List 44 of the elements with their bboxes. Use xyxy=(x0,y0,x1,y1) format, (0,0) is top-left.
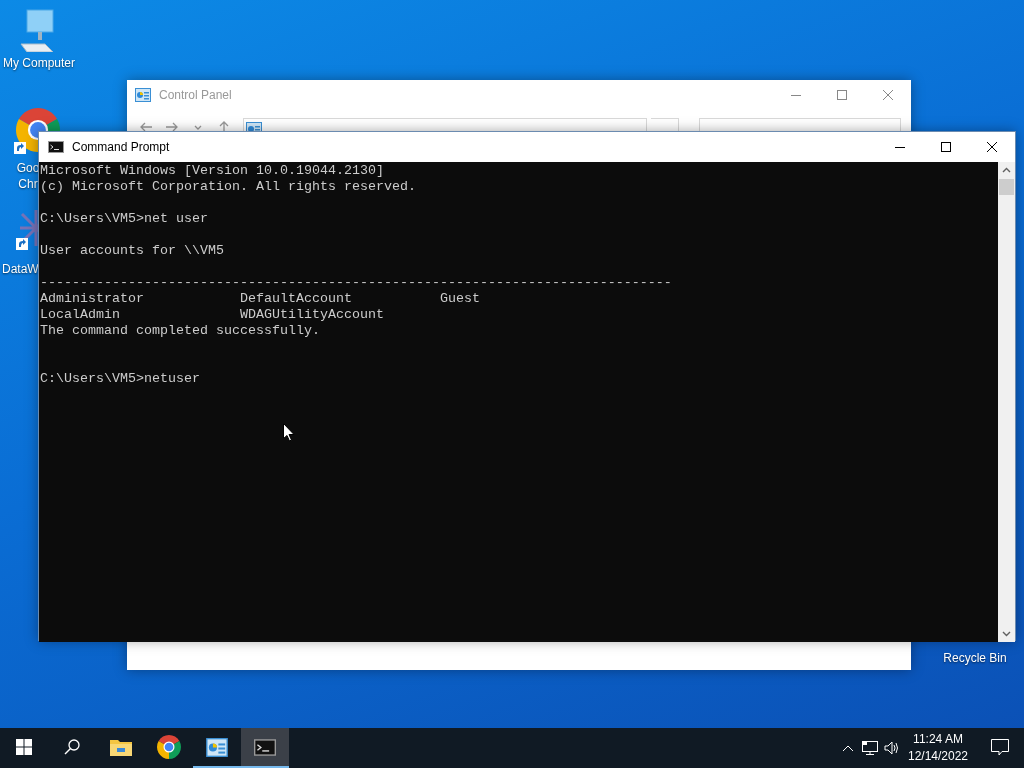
windows-logo-icon xyxy=(16,739,32,755)
terminal-icon xyxy=(254,738,276,756)
maximize-icon xyxy=(941,142,951,152)
console-line: The command completed successfully. xyxy=(40,323,320,339)
scrollbar[interactable] xyxy=(998,162,1015,642)
console-line: ------------------------------------------------------------------------------- xyxy=(40,275,672,291)
app-icon[interactable] xyxy=(18,208,38,248)
scroll-thumb[interactable] xyxy=(999,179,1014,195)
desktop-icon-label[interactable]: Recycle Bin xyxy=(938,650,1012,666)
control-panel-icon xyxy=(206,737,228,757)
console-line: C:\Users\VM5>netuser xyxy=(40,371,200,387)
desktop-icon-label[interactable]: Goo Chr xyxy=(16,160,40,192)
console-line: Administrator DefaultAccount Guest xyxy=(40,291,480,307)
desktop-icon-label[interactable]: DataW xyxy=(2,261,42,277)
clock-date[interactable]: 12/14/2022 xyxy=(906,748,970,765)
shortcut-arrow-icon xyxy=(16,238,28,250)
desktop-icon-label[interactable]: My Computer xyxy=(0,55,78,71)
close-icon xyxy=(883,90,893,100)
folder-icon xyxy=(110,738,132,756)
console-line: Microsoft Windows [Version 10.0.19044.2130] xyxy=(40,163,384,179)
terminal-icon xyxy=(48,141,64,153)
minimize-icon xyxy=(791,94,801,96)
console-line: LocalAdmin WDAGUtilityAccount xyxy=(40,307,384,323)
scroll-down-icon[interactable] xyxy=(1002,631,1011,637)
clock-time[interactable]: 11:24 AM xyxy=(906,731,970,748)
window-title: Control Panel xyxy=(158,87,233,104)
window-title: Command Prompt xyxy=(71,139,171,156)
volume-icon[interactable] xyxy=(884,741,900,755)
chrome-icon xyxy=(157,735,181,759)
control-panel-icon xyxy=(135,88,151,102)
search-icon xyxy=(64,739,80,755)
mouse-cursor-icon xyxy=(283,423,295,442)
maximize-icon xyxy=(837,90,847,100)
console-line: C:\Users\VM5>net user xyxy=(40,211,208,227)
shortcut-arrow-icon xyxy=(14,142,26,154)
minimize-icon xyxy=(895,146,905,148)
console-line: (c) Microsoft Corporation. All rights reserved. xyxy=(40,179,416,195)
scroll-up-icon[interactable] xyxy=(1002,167,1011,173)
console-line: User accounts for \\VM5 xyxy=(40,243,224,259)
close-icon xyxy=(987,142,997,152)
network-icon[interactable] xyxy=(862,741,878,755)
taskbar-app-button[interactable] xyxy=(241,728,289,768)
notification-icon xyxy=(991,738,1009,756)
chevron-up-icon[interactable] xyxy=(842,744,854,752)
